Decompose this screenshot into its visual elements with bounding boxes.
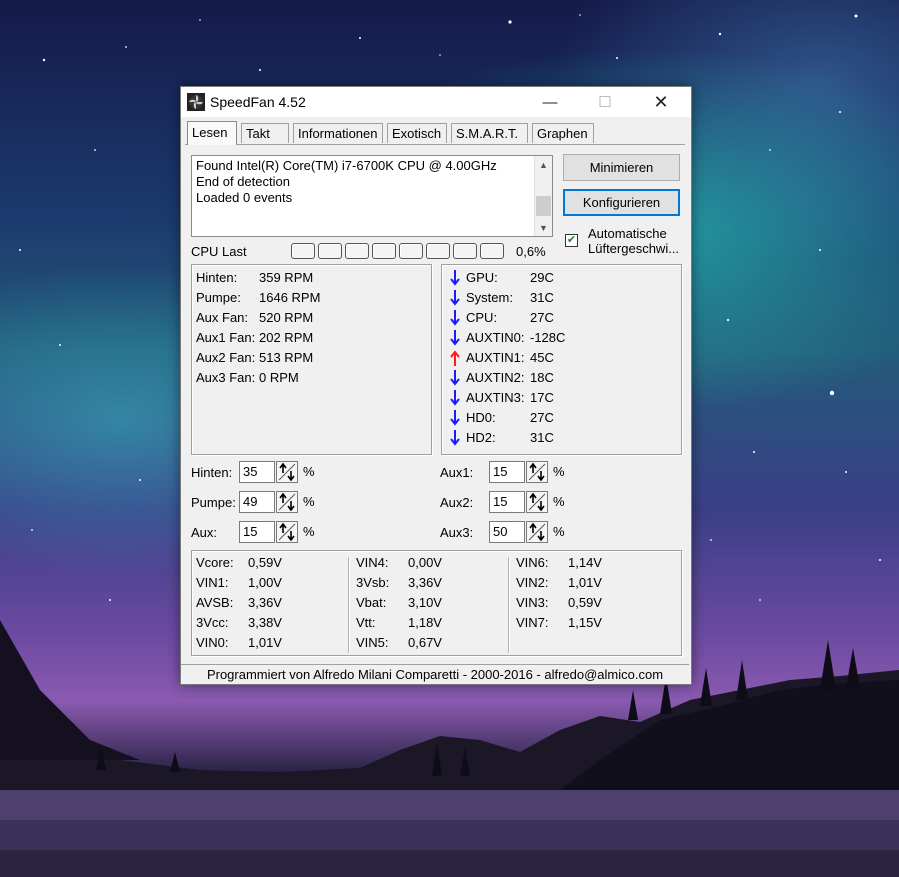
- detection-log[interactable]: Found Intel(R) Core(TM) i7-6700K CPU @ 4…: [191, 155, 553, 237]
- speed-control-hinten: 35 %: [239, 461, 315, 483]
- stepper-arrows-icon: [528, 492, 546, 512]
- speed-label-hinten: Hinten:: [191, 465, 233, 480]
- percent-sign: %: [553, 524, 565, 539]
- speed-stepper-pumpe[interactable]: [276, 491, 298, 513]
- speed-label-aux3: Aux3:: [440, 525, 474, 540]
- speed-stepper-aux[interactable]: [276, 521, 298, 543]
- trend-down-arrow-icon: [450, 430, 460, 446]
- trend-down-arrow-icon: [450, 390, 460, 406]
- auto-fan-speed-checkbox[interactable]: ✔: [565, 234, 578, 247]
- speed-stepper-hinten[interactable]: [276, 461, 298, 483]
- cpu-load-segment: [480, 243, 504, 259]
- trend-down-arrow-icon: [450, 370, 460, 386]
- close-icon: ✕: [653, 91, 669, 112]
- minimize-window-button[interactable]: —: [527, 87, 573, 117]
- percent-sign: %: [303, 524, 315, 539]
- stepper-arrows-icon: [528, 522, 546, 542]
- scroll-down-arrow-icon[interactable]: ▼: [535, 219, 552, 236]
- percent-sign: %: [553, 464, 565, 479]
- temperatures-panel: GPU: 29C System: 31C CPU: 27C AUXTIN0: -128C…: [441, 264, 682, 455]
- log-scrollbar[interactable]: ▲ ▼: [534, 156, 552, 236]
- maximize-window-button[interactable]: ☐: [582, 87, 628, 117]
- title-bar[interactable]: SpeedFan 4.52 — ☐ ✕: [181, 87, 691, 117]
- speed-label-aux: Aux:: [191, 525, 218, 540]
- cpu-load-segment: [291, 243, 315, 259]
- log-line: Loaded 0 events: [196, 190, 293, 205]
- cpu-load-segment: [399, 243, 423, 259]
- minimize-button[interactable]: Minimieren: [563, 154, 680, 181]
- scroll-up-arrow-icon[interactable]: ▲: [535, 156, 552, 173]
- speed-control-aux2: 15 %: [489, 491, 565, 513]
- stepper-arrows-icon: [528, 462, 546, 482]
- tab-panel-border: [185, 144, 685, 145]
- percent-sign: %: [553, 494, 565, 509]
- trend-down-arrow-icon: [450, 290, 460, 306]
- stepper-arrows-icon: [278, 462, 296, 482]
- auto-fan-speed-label: Automatische Lüftergeschwi...: [588, 226, 680, 256]
- speed-label-aux1: Aux1:: [440, 465, 474, 480]
- trend-up-arrow-icon: [450, 350, 460, 366]
- close-window-button[interactable]: ✕: [638, 87, 684, 117]
- cpu-load-segment: [372, 243, 396, 259]
- stepper-arrows-icon: [278, 492, 296, 512]
- speed-label-pumpe: Pumpe:: [191, 495, 236, 510]
- trend-down-arrow-icon: [450, 270, 460, 286]
- voltages-panel: Vcore: 0,59V VIN1: 1,00V AVSB: 3,36V 3Vcc: 3…: [191, 550, 682, 656]
- stepper-arrows-icon: [278, 522, 296, 542]
- speedfan-app-icon: [187, 93, 205, 111]
- speed-control-aux1: 15 %: [489, 461, 565, 483]
- tab-bar: Lesen Takt Informationen Exotisch S.M.A.…: [185, 121, 685, 145]
- column-divider: [348, 557, 349, 653]
- configure-button[interactable]: Konfigurieren: [563, 189, 680, 216]
- cpu-load-segment: [345, 243, 369, 259]
- cpu-load-segment: [318, 243, 342, 259]
- scroll-thumb[interactable]: [536, 196, 551, 216]
- tab-informationen[interactable]: Informationen: [293, 123, 383, 143]
- speed-input-hinten[interactable]: 35: [239, 461, 275, 483]
- log-line: Found Intel(R) Core(TM) i7-6700K CPU @ 4…: [196, 158, 497, 173]
- speed-input-aux[interactable]: 15: [239, 521, 275, 543]
- tab-smart[interactable]: S.M.A.R.T.: [451, 123, 528, 143]
- speed-input-aux3[interactable]: 50: [489, 521, 525, 543]
- speed-stepper-aux2[interactable]: [526, 491, 548, 513]
- window-title: SpeedFan 4.52: [210, 94, 306, 110]
- tab-exotisch[interactable]: Exotisch: [387, 123, 447, 143]
- speed-input-aux1[interactable]: 15: [489, 461, 525, 483]
- cpu-load-segment: [453, 243, 477, 259]
- column-divider: [508, 557, 509, 653]
- trend-down-arrow-icon: [450, 330, 460, 346]
- speed-input-aux2[interactable]: 15: [489, 491, 525, 513]
- tab-graphen[interactable]: Graphen: [532, 123, 594, 143]
- minimize-icon: —: [542, 93, 558, 111]
- status-bar: Programmiert von Alfredo Milani Comparet…: [181, 664, 689, 684]
- speedfan-window: SpeedFan 4.52 — ☐ ✕ Lesen Takt Informati…: [180, 86, 692, 685]
- speed-stepper-aux1[interactable]: [526, 461, 548, 483]
- maximize-icon: ☐: [598, 94, 612, 111]
- fan-speeds-panel: Hinten: 359 RPM Pumpe: 1646 RPM Aux Fan: 52…: [191, 264, 432, 455]
- speed-input-pumpe[interactable]: 49: [239, 491, 275, 513]
- cpu-load-label: CPU Last: [191, 244, 247, 259]
- speed-control-pumpe: 49 %: [239, 491, 315, 513]
- tab-lesen[interactable]: Lesen: [187, 121, 237, 145]
- trend-down-arrow-icon: [450, 310, 460, 326]
- tab-takt[interactable]: Takt: [241, 123, 289, 143]
- speed-label-aux2: Aux2:: [440, 495, 474, 510]
- log-line: End of detection: [196, 174, 290, 189]
- speed-control-aux: 15 %: [239, 521, 315, 543]
- speed-stepper-aux3[interactable]: [526, 521, 548, 543]
- percent-sign: %: [303, 494, 315, 509]
- cpu-load-value: 0,6%: [516, 244, 546, 259]
- percent-sign: %: [303, 464, 315, 479]
- cpu-load-bar: [291, 243, 509, 259]
- cpu-load-segment: [426, 243, 450, 259]
- trend-down-arrow-icon: [450, 410, 460, 426]
- speed-control-aux3: 50 %: [489, 521, 565, 543]
